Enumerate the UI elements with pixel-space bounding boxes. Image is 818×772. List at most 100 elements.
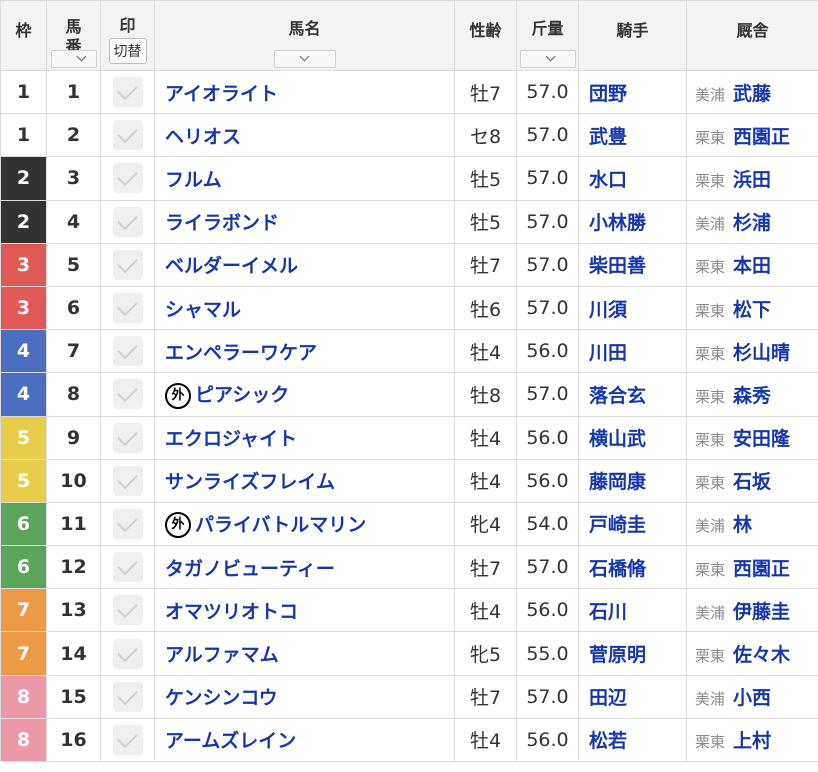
horse-name-link[interactable]: ベルダーイメル bbox=[165, 255, 298, 277]
mark-cell[interactable] bbox=[100, 631, 155, 676]
trainer-link[interactable]: 林 bbox=[733, 514, 752, 536]
jockey-link[interactable]: 川須 bbox=[578, 285, 687, 331]
horse-name-cell[interactable]: 外パライバトルマリン bbox=[154, 501, 455, 547]
horse-name-link[interactable]: サンライズフレイム bbox=[165, 471, 335, 493]
checkmark-icon[interactable] bbox=[112, 595, 143, 626]
horse-name-cell[interactable]: シャマル bbox=[154, 285, 455, 331]
jockey-link[interactable]: 藤岡康 bbox=[578, 458, 687, 503]
mark-cell[interactable] bbox=[100, 156, 155, 201]
mark-cell[interactable] bbox=[100, 717, 155, 763]
horse-name-link[interactable]: フルム bbox=[165, 169, 222, 191]
checkmark-icon[interactable] bbox=[112, 379, 143, 410]
jockey-link[interactable]: 松若 bbox=[578, 717, 687, 763]
checkmark-icon[interactable] bbox=[112, 724, 143, 755]
stable-cell[interactable]: 栗東 西園正 bbox=[686, 113, 818, 158]
checkmark-icon[interactable] bbox=[112, 293, 143, 324]
jockey-link[interactable]: 落合玄 bbox=[578, 372, 687, 417]
mark-cell[interactable] bbox=[100, 285, 155, 331]
checkmark-icon[interactable] bbox=[112, 508, 143, 539]
jockey-link[interactable]: 石川 bbox=[578, 588, 687, 633]
trainer-link[interactable]: 西園正 bbox=[733, 126, 790, 148]
jockey-link[interactable]: 戸崎圭 bbox=[578, 501, 687, 547]
checkmark-icon[interactable] bbox=[112, 77, 143, 108]
horse-name-link[interactable]: アイオライト bbox=[165, 83, 278, 105]
jockey-link[interactable]: 柴田善 bbox=[578, 242, 687, 287]
sort-weight-button[interactable] bbox=[519, 50, 576, 68]
horse-name-link[interactable]: エンペラーワケア bbox=[165, 342, 317, 364]
jockey-link[interactable]: 小林勝 bbox=[578, 199, 687, 244]
horse-name-cell[interactable]: ケンシンコウ bbox=[154, 674, 455, 719]
checkmark-icon[interactable] bbox=[112, 336, 143, 367]
stable-cell[interactable]: 栗東 石坂 bbox=[686, 458, 818, 503]
sort-name-button[interactable] bbox=[273, 50, 336, 68]
horse-name-link[interactable]: アームズレイン bbox=[165, 730, 296, 752]
checkmark-icon[interactable] bbox=[112, 249, 143, 280]
trainer-link[interactable]: 小西 bbox=[733, 687, 771, 709]
checkmark-icon[interactable] bbox=[112, 681, 143, 712]
trainer-link[interactable]: 杉山晴 bbox=[733, 342, 790, 364]
mark-cell[interactable] bbox=[100, 69, 155, 115]
jockey-link[interactable]: 水口 bbox=[578, 156, 687, 201]
horse-name-cell[interactable]: アームズレイン bbox=[154, 717, 455, 763]
horse-name-link[interactable]: オマツリオトコ bbox=[165, 601, 298, 623]
trainer-link[interactable]: 伊藤圭 bbox=[733, 601, 790, 623]
trainer-link[interactable]: 安田隆 bbox=[733, 428, 790, 450]
stable-cell[interactable]: 栗東 上村 bbox=[686, 717, 818, 763]
mark-cell[interactable] bbox=[100, 674, 155, 719]
trainer-link[interactable]: 石坂 bbox=[733, 471, 771, 493]
horse-name-cell[interactable]: エクロジャイト bbox=[154, 415, 455, 460]
trainer-link[interactable]: 浜田 bbox=[733, 169, 771, 191]
mark-cell[interactable] bbox=[100, 588, 155, 633]
mark-cell[interactable] bbox=[100, 199, 155, 244]
jockey-link[interactable]: 石橋脩 bbox=[578, 545, 687, 590]
header-umaban[interactable]: 馬 番 bbox=[46, 0, 101, 71]
stable-cell[interactable]: 美浦 武藤 bbox=[686, 69, 818, 115]
stable-cell[interactable]: 栗東 松下 bbox=[686, 285, 818, 331]
mark-cell[interactable] bbox=[100, 415, 155, 460]
stable-cell[interactable]: 美浦 小西 bbox=[686, 674, 818, 719]
mark-cell[interactable] bbox=[100, 113, 155, 158]
trainer-link[interactable]: 森秀 bbox=[733, 385, 771, 407]
jockey-link[interactable]: 川田 bbox=[578, 329, 687, 374]
mark-cell[interactable] bbox=[100, 501, 155, 547]
header-name[interactable]: 馬名 bbox=[154, 0, 455, 71]
stable-cell[interactable]: 栗東 杉山晴 bbox=[686, 329, 818, 374]
trainer-link[interactable]: 上村 bbox=[733, 730, 771, 752]
horse-name-cell[interactable]: 外ピアシック bbox=[154, 372, 455, 417]
checkmark-icon[interactable] bbox=[112, 120, 143, 151]
stable-cell[interactable]: 美浦 杉浦 bbox=[686, 199, 818, 244]
stable-cell[interactable]: 美浦 伊藤圭 bbox=[686, 588, 818, 633]
trainer-link[interactable]: 武藤 bbox=[733, 83, 771, 105]
horse-name-link[interactable]: ライラボンド bbox=[165, 212, 279, 234]
jockey-link[interactable]: 武豊 bbox=[578, 113, 687, 158]
trainer-link[interactable]: 西園正 bbox=[733, 558, 790, 580]
horse-name-link[interactable]: ヘリオス bbox=[165, 126, 241, 148]
checkmark-icon[interactable] bbox=[112, 206, 143, 237]
mark-cell[interactable] bbox=[100, 329, 155, 374]
checkmark-icon[interactable] bbox=[112, 638, 143, 669]
horse-name-cell[interactable]: ヘリオス bbox=[154, 113, 455, 158]
horse-name-cell[interactable]: エンペラーワケア bbox=[154, 329, 455, 374]
stable-cell[interactable]: 栗東 本田 bbox=[686, 242, 818, 287]
horse-name-cell[interactable]: フルム bbox=[154, 156, 455, 201]
mark-cell[interactable] bbox=[100, 242, 155, 287]
horse-name-link[interactable]: パライバトルマリン bbox=[195, 514, 366, 536]
stable-cell[interactable]: 栗東 佐々木 bbox=[686, 631, 818, 676]
header-weight[interactable]: 斤量 bbox=[516, 0, 579, 71]
horse-name-link[interactable]: ケンシンコウ bbox=[165, 687, 278, 709]
jockey-link[interactable]: 団野 bbox=[578, 69, 687, 115]
stable-cell[interactable]: 栗東 森秀 bbox=[686, 372, 818, 417]
checkmark-icon[interactable] bbox=[112, 422, 143, 453]
horse-name-cell[interactable]: サンライズフレイム bbox=[154, 458, 455, 503]
checkmark-icon[interactable] bbox=[112, 465, 143, 496]
stable-cell[interactable]: 栗東 浜田 bbox=[686, 156, 818, 201]
trainer-link[interactable]: 杉浦 bbox=[733, 212, 771, 234]
checkmark-icon[interactable] bbox=[112, 552, 143, 583]
mark-cell[interactable] bbox=[100, 372, 155, 417]
horse-name-cell[interactable]: オマツリオトコ bbox=[154, 588, 455, 633]
mark-cell[interactable] bbox=[100, 545, 155, 590]
mark-cell[interactable] bbox=[100, 458, 155, 503]
checkmark-icon[interactable] bbox=[112, 163, 143, 194]
horse-name-link[interactable]: タガノビューティー bbox=[165, 558, 335, 580]
stable-cell[interactable]: 美浦林 bbox=[686, 501, 818, 547]
